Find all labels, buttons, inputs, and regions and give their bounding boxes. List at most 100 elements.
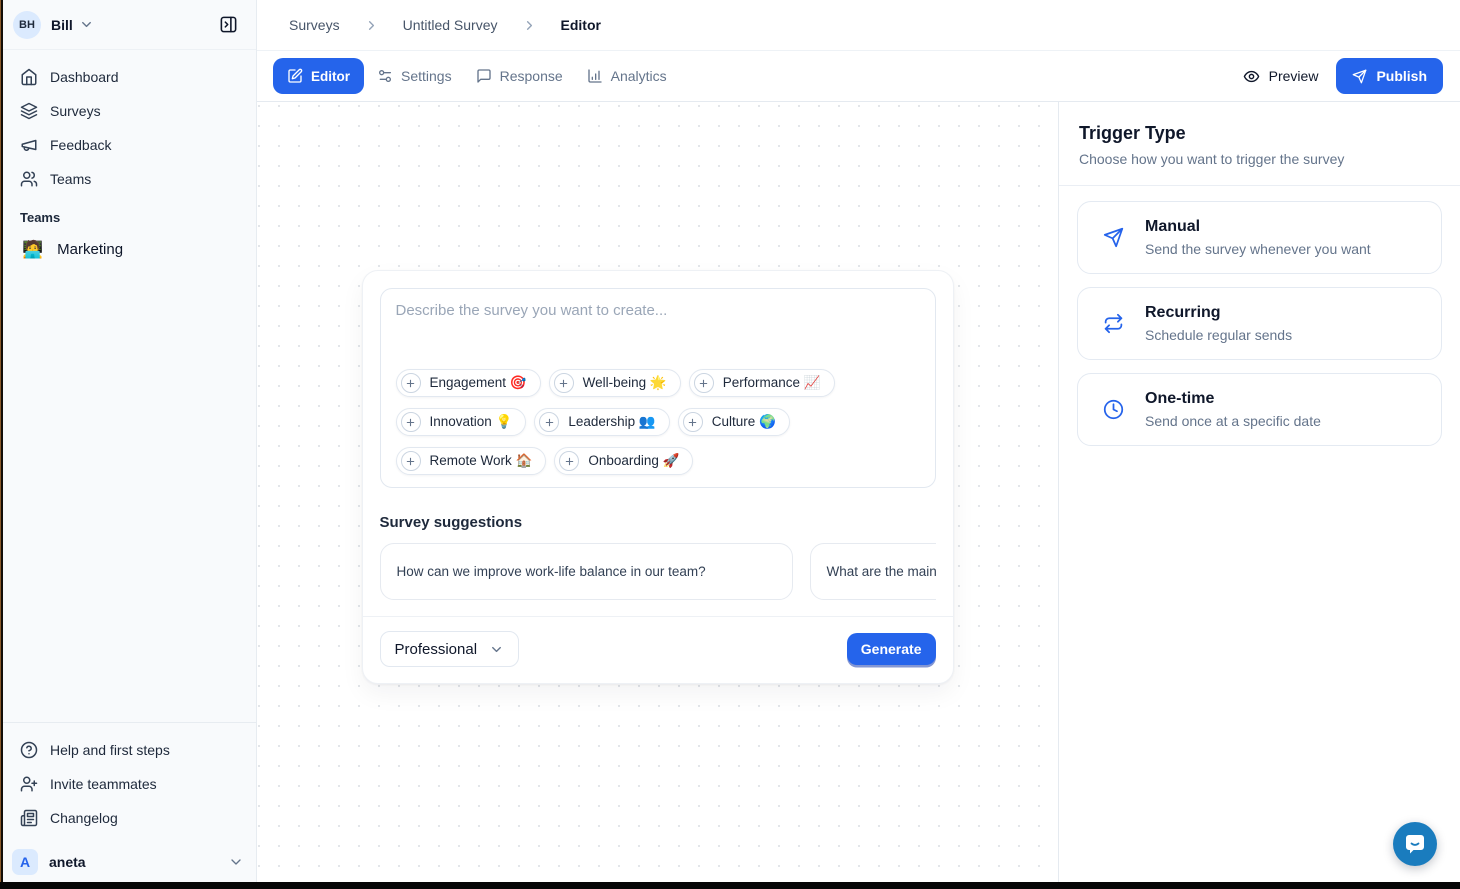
suggestion-card[interactable]: What are the main ob (810, 543, 936, 600)
users-icon (20, 170, 38, 188)
tab-editor[interactable]: Editor (273, 58, 364, 94)
chip-well-being[interactable]: Well-being 🌟 (549, 369, 681, 397)
tab-response[interactable]: Response (465, 58, 574, 94)
chip-culture[interactable]: Culture 🌍 (678, 408, 790, 436)
sidebar-item-label: Feedback (50, 137, 111, 153)
workspace-name: Bill (51, 17, 73, 33)
editor-toolbar: Editor Settings Response Analytics (257, 51, 1460, 102)
help-circle-icon (20, 741, 38, 759)
sidebar-item-label: Invite teammates (50, 776, 157, 792)
send-icon (1103, 227, 1124, 248)
chip-label: Well-being 🌟 (583, 375, 667, 391)
eye-icon (1243, 68, 1260, 85)
trigger-option-description: Schedule regular sends (1145, 327, 1292, 343)
editor-canvas[interactable]: Engagement 🎯 Well-being 🌟 Performance 📈 (257, 102, 1058, 889)
chip-innovation[interactable]: Innovation 💡 (396, 408, 527, 436)
trigger-option-title: Recurring (1145, 304, 1292, 322)
breadcrumb: Surveys Untitled Survey Editor (257, 0, 1460, 51)
sidebar-item-help[interactable]: Help and first steps (8, 733, 248, 767)
chip-label: Engagement 🎯 (430, 375, 527, 391)
newspaper-icon (20, 809, 38, 827)
preview-button[interactable]: Preview (1243, 68, 1319, 85)
collapse-sidebar-button[interactable] (213, 10, 243, 40)
chip-performance[interactable]: Performance 📈 (689, 369, 835, 397)
sidebar-item-changelog[interactable]: Changelog (8, 801, 248, 835)
chip-label: Innovation 💡 (430, 414, 513, 430)
tab-label: Editor (311, 69, 350, 84)
team-label: Marketing (57, 241, 123, 258)
clock-icon (1103, 399, 1124, 420)
bar-chart-icon (587, 68, 603, 84)
trigger-type-panel: Trigger Type Choose how you want to trig… (1058, 102, 1460, 889)
home-icon (20, 68, 38, 86)
chevron-down-icon (489, 642, 504, 657)
sidebar-item-surveys[interactable]: Surveys (8, 94, 248, 128)
tab-label: Settings (401, 68, 452, 84)
trigger-option-manual[interactable]: Manual Send the survey whenever you want (1077, 201, 1442, 274)
tab-settings[interactable]: Settings (366, 58, 463, 94)
prompt-box: Engagement 🎯 Well-being 🌟 Performance 📈 (380, 288, 936, 488)
suggestions-title: Survey suggestions (380, 514, 936, 531)
pen-square-icon (287, 68, 303, 84)
chip-leadership[interactable]: Leadership 👥 (534, 408, 669, 436)
tab-analytics[interactable]: Analytics (576, 58, 678, 94)
team-emoji: 🧑‍💻 (22, 241, 43, 258)
sidebar-team-marketing[interactable]: 🧑‍💻 Marketing (8, 231, 248, 267)
survey-prompt-input[interactable] (396, 302, 920, 369)
screen-left-edge (0, 0, 3, 889)
plus-icon (559, 451, 579, 471)
app-window: BH Bill Dashboard Surv (0, 0, 1460, 889)
megaphone-icon (20, 136, 38, 154)
trigger-option-one-time[interactable]: One-time Send once at a specific date (1077, 373, 1442, 446)
trigger-option-description: Send once at a specific date (1145, 413, 1321, 429)
chip-engagement[interactable]: Engagement 🎯 (396, 369, 541, 397)
sidebar-item-label: Teams (50, 171, 91, 187)
chevron-right-icon (522, 18, 537, 33)
sidebar: BH Bill Dashboard Surv (0, 0, 257, 889)
trigger-option-text: Recurring Schedule regular sends (1145, 304, 1292, 343)
workspace-switcher[interactable]: BH Bill (0, 0, 256, 50)
main-area: Surveys Untitled Survey Editor Editor (257, 0, 1460, 889)
sidebar-item-feedback[interactable]: Feedback (8, 128, 248, 162)
plus-icon (539, 412, 559, 432)
publish-button[interactable]: Publish (1336, 58, 1443, 94)
plus-icon (401, 373, 421, 393)
sidebar-item-invite[interactable]: Invite teammates (8, 767, 248, 801)
content-row: Engagement 🎯 Well-being 🌟 Performance 📈 (257, 102, 1460, 889)
trigger-option-description: Send the survey whenever you want (1145, 241, 1371, 257)
sidebar-item-dashboard[interactable]: Dashboard (8, 60, 248, 94)
repeat-icon (1103, 313, 1124, 334)
trigger-option-recurring[interactable]: Recurring Schedule regular sends (1077, 287, 1442, 360)
topic-chips: Engagement 🎯 Well-being 🌟 Performance 📈 (396, 369, 920, 475)
chat-bubble-icon (1403, 832, 1427, 856)
chip-remote-work[interactable]: Remote Work 🏠 (396, 447, 547, 475)
tone-select-value: Professional (395, 641, 478, 658)
breadcrumb-untitled-survey[interactable]: Untitled Survey (403, 17, 498, 33)
chat-launcher-button[interactable] (1393, 822, 1437, 866)
suggestion-card[interactable]: How can we improve work-life balance in … (380, 543, 793, 600)
chevron-down-icon (228, 854, 244, 870)
sidebar-item-teams[interactable]: Teams (8, 162, 248, 196)
account-name: aneta (49, 854, 86, 870)
chip-label: Onboarding 🚀 (588, 453, 679, 469)
settings-icon (377, 68, 393, 84)
tone-select[interactable]: Professional (380, 631, 520, 667)
preview-label: Preview (1269, 68, 1319, 84)
breadcrumb-surveys[interactable]: Surveys (289, 17, 340, 33)
generate-button[interactable]: Generate (847, 633, 936, 665)
sidebar-item-label: Help and first steps (50, 742, 170, 758)
chip-label: Culture 🌍 (712, 414, 776, 430)
teams-section-label: Teams (8, 196, 248, 231)
chevron-right-icon (364, 18, 379, 33)
tab-label: Response (500, 68, 563, 84)
chip-label: Performance 📈 (723, 375, 821, 391)
chip-label: Remote Work 🏠 (430, 453, 533, 469)
plus-icon (401, 412, 421, 432)
chip-onboarding[interactable]: Onboarding 🚀 (554, 447, 693, 475)
trigger-option-title: Manual (1145, 218, 1371, 236)
tab-label: Analytics (611, 68, 667, 84)
workspace-avatar: BH (13, 11, 41, 39)
sidebar-item-label: Surveys (50, 103, 101, 119)
toolbar-actions: Preview Publish (1243, 58, 1443, 94)
panel-body: Manual Send the survey whenever you want… (1059, 186, 1460, 474)
